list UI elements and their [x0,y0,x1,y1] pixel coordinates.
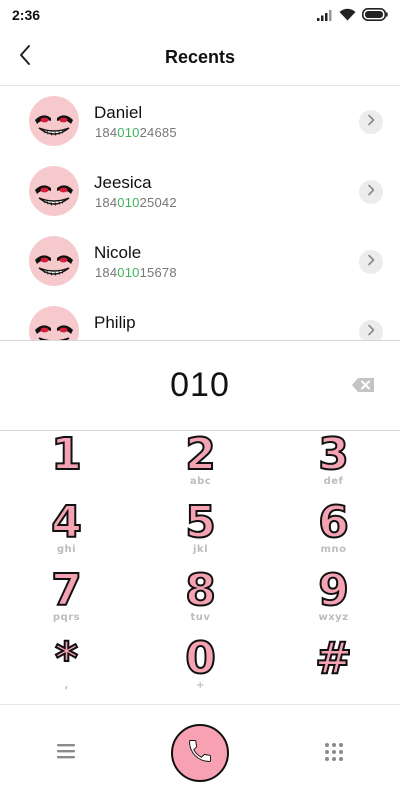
number-suffix: 24685 [139,125,177,140]
number-match: 010 [117,195,140,210]
bottom-bar [0,704,400,800]
contact-detail-button[interactable] [359,250,383,274]
key-7[interactable]: 7 pqrs [0,565,133,636]
menu-icon [55,744,77,765]
devil-face-icon [35,115,73,136]
key-hash[interactable]: # [267,633,400,704]
wifi-icon [339,8,356,26]
key-letters: def [323,476,344,487]
avatar [29,96,79,146]
status-icons [317,8,388,26]
key-1[interactable]: 1 [0,429,133,500]
contact-number: 18401015678 [95,265,177,280]
contact-detail-button[interactable] [359,180,383,204]
key-letters: ghi [56,544,77,555]
key-9[interactable]: 9 wxyz [267,565,400,636]
backspace-button[interactable] [350,375,376,395]
key-6[interactable]: 6 mno [267,497,400,568]
dialpad-icon [323,743,345,767]
key-digit: 6 [317,497,350,548]
avatar [29,236,79,286]
key-letters: pqrs [52,612,81,623]
status-time: 2:36 [12,7,41,23]
contact-name: Jeesica [94,173,152,192]
number-suffix: 15678 [139,265,177,280]
contact-name: Nicole [94,243,142,262]
number-match: 010 [117,265,140,280]
key-digit: 1 [50,429,83,480]
key-letters: wxyz [318,612,349,623]
key-5[interactable]: 5 jkl [134,497,267,568]
contact-detail-button[interactable] [359,110,383,134]
devil-face-icon [35,185,73,206]
key-star[interactable]: * , [0,633,133,704]
list-item[interactable]: Philip [0,296,400,340]
contact-number: 18401024685 [95,125,177,140]
devil-face-icon [35,325,73,340]
key-8[interactable]: 8 tuv [134,565,267,636]
number-prefix: 184 [95,195,118,210]
page-title: Recents [164,47,236,67]
keypad: 1 2 abc 3 def 4 ghi 5 jkl 6 mno 7 pqrs 8… [0,429,400,704]
avatar [29,166,79,216]
chevron-right-icon [367,113,375,131]
list-item[interactable]: Nicole 18401015678 [0,226,400,296]
key-digit: 2 [184,429,217,480]
chevron-right-icon [367,323,375,340]
key-digit: 0 [184,633,217,684]
battery-icon [362,8,388,26]
signal-icon [317,8,333,26]
key-4[interactable]: 4 ghi [0,497,133,568]
chevron-right-icon [367,253,375,271]
dialed-number: 010 [170,366,230,404]
contact-name: Philip [94,313,136,332]
number-match: 010 [117,125,140,140]
call-button[interactable] [171,724,229,782]
key-3[interactable]: 3 def [267,429,400,500]
key-digit: * [54,633,79,684]
list-item[interactable]: Daniel 18401024685 [0,86,400,156]
number-prefix: 184 [95,265,118,280]
status-bar: 2:36 [0,0,400,30]
key-letters: tuv [190,612,211,623]
phone-icon [186,737,214,770]
contact-number: 18401025042 [95,195,177,210]
key-letters: abc [189,476,212,487]
key-digit: # [314,633,353,684]
key-digit: 7 [50,565,83,616]
key-0[interactable]: 0 + [134,633,267,704]
contact-name: Daniel [94,103,143,122]
key-digit: 5 [184,497,217,548]
key-digit: 3 [317,429,350,480]
chevron-right-icon [367,183,375,201]
key-2[interactable]: 2 abc [134,429,267,500]
key-digit: 8 [184,565,217,616]
menu-button[interactable] [55,741,77,761]
header: Recents [0,30,400,86]
number-prefix: 184 [95,125,118,140]
key-letters: jkl [192,544,208,555]
list-item[interactable]: Jeesica 18401025042 [0,156,400,226]
dialpad-toggle-button[interactable] [323,741,345,763]
dial-display: 010 [0,340,400,431]
contact-detail-button[interactable] [359,320,383,340]
key-letters: mno [320,544,347,555]
recents-list: Daniel 18401024685 Jeesica 18401025042 N… [0,86,400,340]
key-letters: , [64,680,69,691]
devil-face-icon [35,255,73,276]
backspace-icon [350,378,376,399]
number-suffix: 25042 [139,195,177,210]
key-letters: + [196,680,205,691]
avatar [29,306,79,340]
key-digit: 9 [317,565,350,616]
key-digit: 4 [50,497,83,548]
